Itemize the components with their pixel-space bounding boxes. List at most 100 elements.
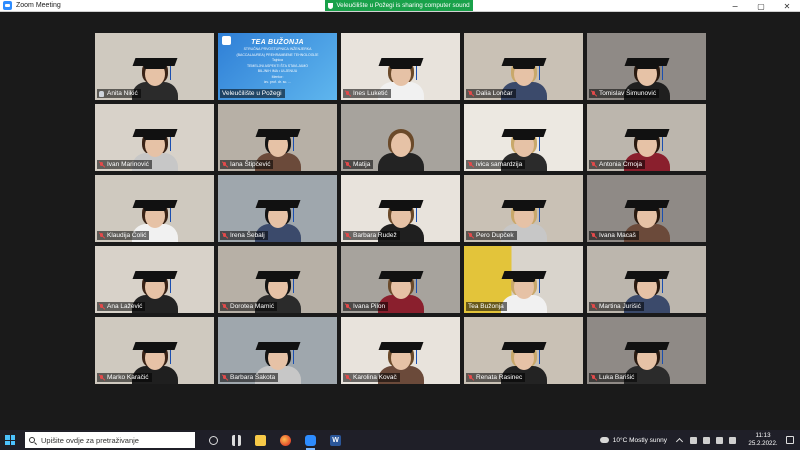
slide-line: Tajnica xyxy=(272,58,283,62)
close-button[interactable]: ✕ xyxy=(774,0,800,12)
notifications-icon[interactable] xyxy=(786,436,794,444)
participant-name: Ivana Pilon xyxy=(353,303,386,310)
mic-muted-icon xyxy=(468,161,473,168)
participant-tile[interactable]: Anita Nikić xyxy=(95,33,214,100)
participant-name-label: Antonia Crnoja xyxy=(589,160,645,169)
mic-muted-icon xyxy=(468,232,473,239)
participant-tile[interactable]: Matija xyxy=(341,104,460,171)
mic-muted-icon xyxy=(591,161,596,168)
mic-muted-icon xyxy=(99,161,104,168)
participant-name-label: Matija xyxy=(343,160,374,169)
mic-muted-icon xyxy=(591,374,596,381)
firefox-icon[interactable] xyxy=(280,434,291,446)
system-tray: 10°C Mostly sunny 11:13 25.2.2022. xyxy=(597,430,800,450)
sharing-sound-text: Veleučilište u Požegi is sharing compute… xyxy=(336,2,470,9)
participant-tile[interactable]: TEA BUŽONJA STRUČNA PRVOSTUPNICA INŽENJER… xyxy=(218,33,337,100)
participant-name: Matija xyxy=(353,161,371,168)
participant-tile[interactable]: Tomislav Šimunović xyxy=(587,33,706,100)
participant-tile[interactable]: Marko Karačić xyxy=(95,317,214,384)
raised-hand-icon xyxy=(99,90,104,97)
participant-name: Barbara Rudež xyxy=(353,232,397,239)
windows-start-icon[interactable] xyxy=(5,435,15,445)
file-explorer-icon[interactable] xyxy=(255,434,266,446)
participant-name: Veleučilište u Požegi xyxy=(222,90,282,97)
participant-tile[interactable]: Klaudija Čolić xyxy=(95,175,214,242)
participant-tile[interactable]: ivica samardzija xyxy=(464,104,583,171)
mic-muted-icon xyxy=(345,161,350,168)
participant-tile[interactable]: Ana Lažević xyxy=(95,246,214,313)
mic-muted-icon xyxy=(591,303,596,310)
maximize-button[interactable]: ▢ xyxy=(748,0,774,12)
college-logo-icon xyxy=(222,36,231,45)
participant-tile[interactable]: Tea Bužonja xyxy=(464,246,583,313)
participant-name-label: Tea Bužonja xyxy=(466,302,507,311)
participant-name-label: Irena Šebalj xyxy=(220,231,268,240)
weather-text[interactable]: 10°C Mostly sunny xyxy=(613,437,667,444)
participant-name: Martina Jurišić xyxy=(599,303,641,310)
mic-muted-icon xyxy=(222,374,227,381)
participant-name: Ana Lažević xyxy=(107,303,143,310)
participant-tile[interactable]: Ivan Marinović xyxy=(95,104,214,171)
mic-muted-icon xyxy=(99,374,104,381)
participant-video xyxy=(500,271,547,313)
participant-name: Antonia Crnoja xyxy=(599,161,642,168)
participant-name: Tomislav Šimunović xyxy=(599,90,657,97)
participant-name-label: Anita Nikić xyxy=(97,89,141,98)
participant-name-label: Karolina Kovač xyxy=(343,373,400,382)
weather-icon[interactable] xyxy=(597,434,609,443)
volume-icon[interactable] xyxy=(729,436,736,444)
participant-name: Ivana Macaš xyxy=(599,232,636,239)
mic-muted-icon xyxy=(99,303,104,310)
participant-name: Anita Nikić xyxy=(107,90,138,97)
widgets-icon[interactable] xyxy=(232,434,241,446)
mic-muted-icon xyxy=(468,90,473,97)
participant-name-label: Ivan Marinović xyxy=(97,160,152,169)
zoom-icon[interactable] xyxy=(305,434,316,450)
clock[interactable]: 11:13 25.2.2022. xyxy=(744,432,782,448)
mic-muted-icon xyxy=(345,374,350,381)
participant-name: Marko Karačić xyxy=(107,374,149,381)
battery-icon[interactable] xyxy=(716,436,723,444)
participant-name: Ines Luketić xyxy=(353,90,388,97)
mic-muted-icon xyxy=(222,303,227,310)
task-view-icon[interactable] xyxy=(209,435,218,445)
participant-name-label: Pero Dupček xyxy=(466,231,517,240)
participant-tile[interactable]: Irena Šebalj xyxy=(218,175,337,242)
participant-tile[interactable]: Ines Luketić xyxy=(341,33,460,100)
slide-line: Mentor: xyxy=(271,74,284,79)
participant-name-label: Ivana Macaš xyxy=(589,231,639,240)
window-controls: − ▢ ✕ xyxy=(722,0,800,12)
participant-name-label: Marko Karačić xyxy=(97,373,152,382)
participant-name-label: Ana Lažević xyxy=(97,302,146,311)
taskbar-search[interactable] xyxy=(25,432,195,448)
taskbar-search-input[interactable] xyxy=(41,435,191,445)
participant-tile[interactable]: Antonia Crnoja xyxy=(587,104,706,171)
mic-muted-icon xyxy=(591,90,596,97)
participant-tile[interactable]: Martina Jurišić xyxy=(587,246,706,313)
participant-name: Pero Dupček xyxy=(476,232,514,239)
participant-name: Karolina Kovač xyxy=(353,374,397,381)
participant-tile[interactable]: Barbara Rudež xyxy=(341,175,460,242)
participant-name-label: Iana Štipčević xyxy=(220,160,274,169)
participant-tile[interactable]: Ivana Macaš xyxy=(587,175,706,242)
participant-tile[interactable]: Renata Rasinec xyxy=(464,317,583,384)
participant-tile[interactable]: Luka Barišić xyxy=(587,317,706,384)
participant-tile[interactable]: Doroteа Mamić xyxy=(218,246,337,313)
participant-name-label: Ivana Pilon xyxy=(343,302,389,311)
word-icon[interactable]: W xyxy=(330,434,341,446)
mic-muted-icon xyxy=(345,303,350,310)
participant-name: ivica samardzija xyxy=(476,161,523,168)
minimize-button[interactable]: − xyxy=(722,0,748,12)
slide-line: (BACCALAUREA) PREHRAMBENE TEHNOLOGIJE xyxy=(236,52,319,57)
participant-tile[interactable]: Iana Štipčević xyxy=(218,104,337,171)
participant-tile[interactable]: Dalia Lončar xyxy=(464,33,583,100)
sharing-sound-banner[interactable]: Veleučilište u Požegi is sharing compute… xyxy=(325,0,473,11)
participant-tile[interactable]: Karolina Kovač xyxy=(341,317,460,384)
participant-tile[interactable]: Ivana Pilon xyxy=(341,246,460,313)
participant-tile[interactable]: Pero Dupček xyxy=(464,175,583,242)
participant-tile[interactable]: Barbara Šakota xyxy=(218,317,337,384)
microphone-icon[interactable] xyxy=(703,436,710,444)
network-icon[interactable] xyxy=(690,436,697,444)
participant-name: Renata Rasinec xyxy=(476,374,523,381)
chevron-up-icon[interactable] xyxy=(675,437,684,446)
